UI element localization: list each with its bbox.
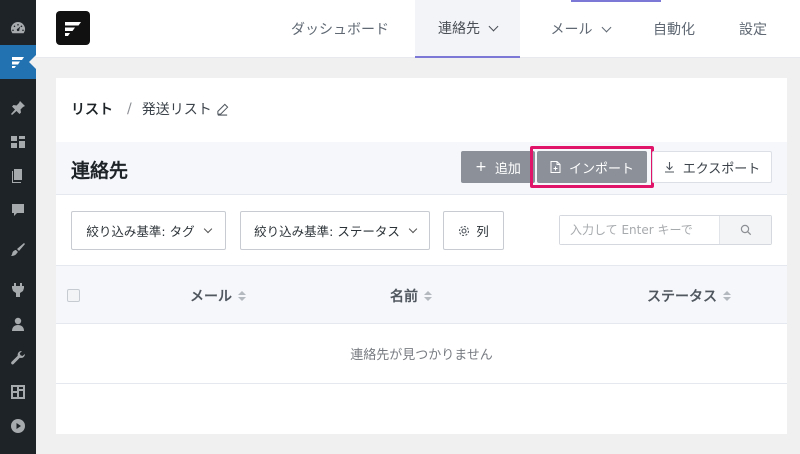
column-status[interactable]: ステータス (647, 286, 731, 306)
filter-by-status[interactable]: 絞り込み基準: ステータス (240, 211, 430, 250)
comments-icon[interactable] (0, 193, 36, 227)
columns-button-label: 列 (476, 224, 489, 239)
plus-icon: + (475, 159, 487, 175)
nav-automation[interactable]: 自動化 (639, 0, 709, 58)
nav-contacts[interactable]: 連絡先 (415, 0, 520, 58)
chevron-down-icon (408, 224, 418, 233)
nav-settings-label: 設定 (739, 22, 767, 38)
breadcrumb-current: 発送リスト (141, 102, 212, 118)
filter-by-tag-label: 絞り込み基準: タグ (86, 224, 195, 239)
search-button[interactable] (719, 216, 771, 244)
sort-icon (723, 291, 731, 301)
pin-icon[interactable] (0, 91, 36, 125)
filter-by-status-label: 絞り込み基準: ステータス (254, 224, 400, 239)
sort-icon (424, 291, 432, 301)
column-status-label: ステータス (647, 289, 717, 305)
pages-icon[interactable] (0, 159, 36, 193)
page-title: 連絡先 (71, 160, 129, 182)
search-box (559, 215, 772, 245)
breadcrumb-root[interactable]: リスト (71, 99, 113, 119)
users-icon[interactable] (0, 307, 36, 341)
gear-icon (459, 225, 470, 236)
tools-icon[interactable] (0, 341, 36, 375)
chevron-down-icon (601, 22, 611, 32)
column-email-label: メール (190, 289, 232, 305)
settings-icon[interactable] (0, 375, 36, 409)
nav-dashboard-label: ダッシュボード (291, 22, 389, 38)
page-header: 連絡先 + 追加 インポート エクスポート (56, 142, 787, 195)
select-all-checkbox[interactable] (67, 289, 80, 302)
chevron-down-icon (488, 21, 499, 31)
fluentcrm-logo[interactable] (56, 11, 90, 45)
top-nav: ダッシュボード 連絡先 メール 自動化 設定 (36, 0, 800, 58)
play-icon[interactable] (0, 409, 36, 443)
sort-icon (238, 291, 246, 301)
column-email[interactable]: メール (190, 286, 246, 306)
search-icon (740, 224, 751, 236)
nav-settings[interactable]: 設定 (724, 0, 782, 58)
plugins-icon[interactable] (0, 273, 36, 307)
edit-pencil-icon[interactable] (216, 103, 229, 116)
search-input[interactable] (560, 216, 719, 244)
breadcrumb-separator: / (127, 101, 132, 117)
empty-state: 連絡先が見つかりません (56, 324, 787, 384)
nav-automation-label: 自動化 (653, 22, 695, 38)
chevron-down-icon (203, 224, 212, 233)
nav-dashboard[interactable]: ダッシュボード (276, 0, 404, 58)
download-icon (664, 162, 674, 173)
columns-button[interactable]: 列 (443, 211, 504, 250)
import-highlight-box (530, 146, 654, 188)
nav-contacts-label: 連絡先 (438, 21, 480, 37)
appearance-icon[interactable] (0, 233, 36, 267)
nav-email[interactable]: メール (530, 0, 630, 58)
contacts-card: リスト / 発送リスト 連絡先 + 追加 インポート エクスポート 絞り込み基準… (56, 78, 787, 434)
export-button[interactable]: エクスポート (652, 151, 772, 183)
export-button-label: エクスポート (682, 161, 761, 177)
table-header: メール 名前 ステータス (56, 265, 787, 324)
filter-by-tag[interactable]: 絞り込み基準: タグ (71, 211, 226, 250)
dashboard-icon[interactable] (0, 11, 36, 45)
add-button-label: 追加 (494, 161, 521, 177)
breadcrumb: リスト / 発送リスト (71, 99, 229, 119)
column-name-label: 名前 (390, 289, 418, 305)
fluentcrm-icon[interactable] (0, 45, 36, 79)
column-name[interactable]: 名前 (390, 286, 432, 306)
add-button[interactable]: + 追加 (461, 151, 535, 183)
wp-admin-sidebar (0, 0, 36, 454)
nav-email-label: メール (550, 22, 593, 38)
media-icon[interactable] (0, 125, 36, 159)
